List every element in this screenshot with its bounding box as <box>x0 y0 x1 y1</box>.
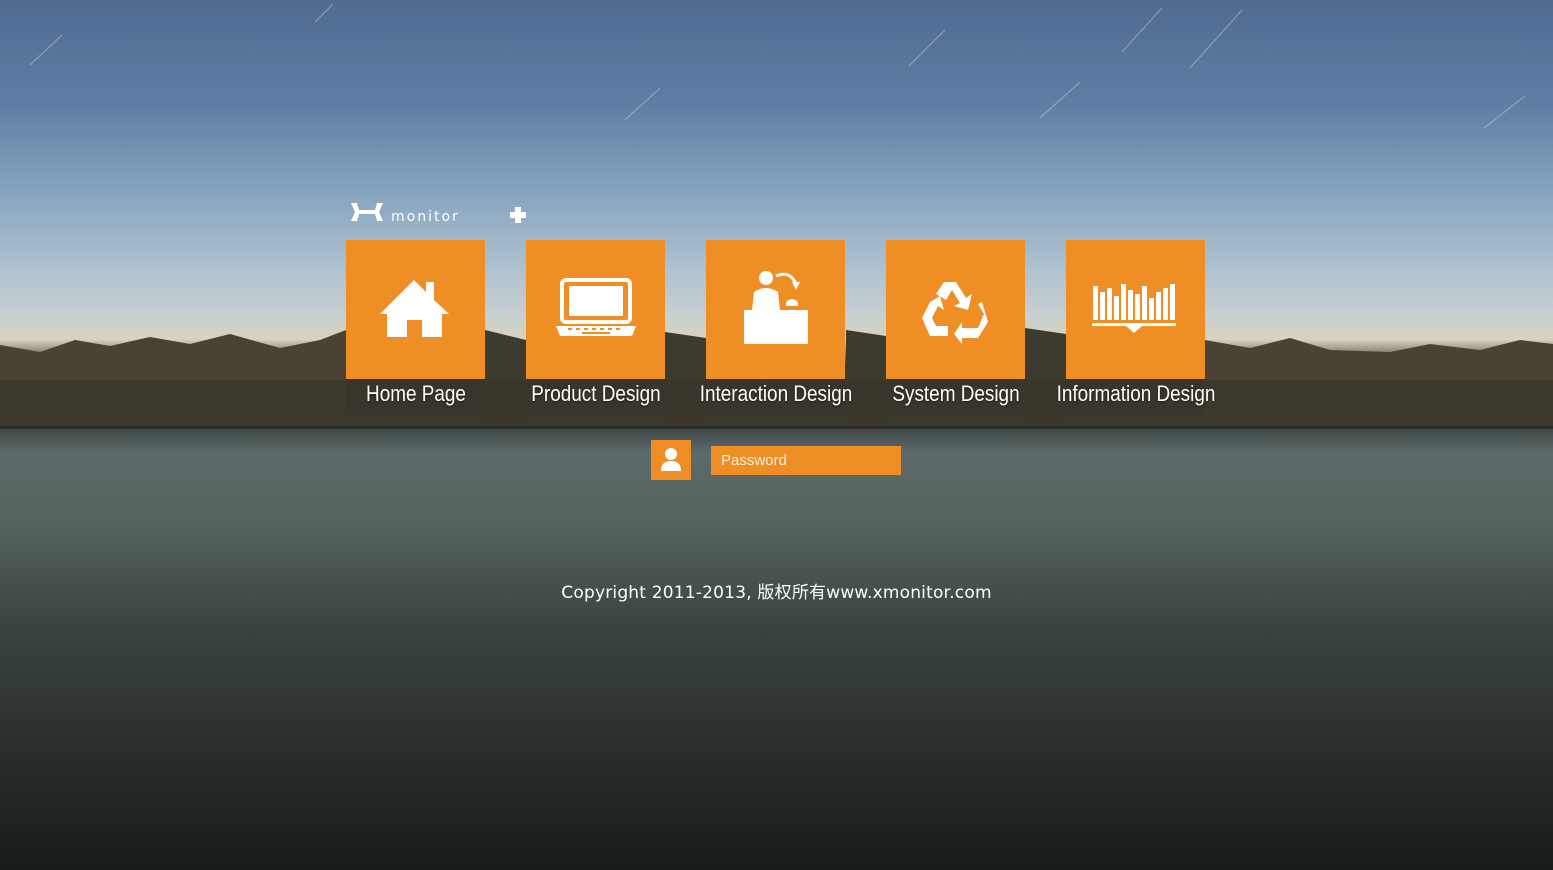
user-icon <box>651 440 691 480</box>
laptop-icon <box>556 278 636 336</box>
book-chart-icon <box>1092 284 1176 333</box>
tile-label-interaction-design[interactable]: Interaction Design <box>690 381 862 407</box>
tile-label-home-page[interactable]: Home Page <box>330 381 502 407</box>
tile-product-design[interactable] <box>526 240 665 379</box>
password-input[interactable] <box>711 446 901 475</box>
service-desk-icon <box>744 271 808 344</box>
copyright-text: Copyright 2011-2013, 版权所有www.xmonitor.co… <box>561 583 992 603</box>
tile-interaction-design[interactable] <box>706 240 845 379</box>
house-icon <box>380 280 449 337</box>
tile-system-design[interactable] <box>886 240 1025 379</box>
background-landscape <box>0 3 1553 429</box>
tile-label-information-design[interactable]: Information Design <box>1050 381 1222 407</box>
tile-label-product-design[interactable]: Product Design <box>510 381 682 407</box>
tile-home-page[interactable] <box>346 240 485 379</box>
recycle-icon <box>922 282 988 344</box>
tile-information-design[interactable] <box>1066 240 1205 379</box>
tile-label-system-design[interactable]: System Design <box>870 381 1042 407</box>
logo-text: monitor <box>391 209 460 225</box>
xmonitor-logo: monitor <box>351 203 526 225</box>
